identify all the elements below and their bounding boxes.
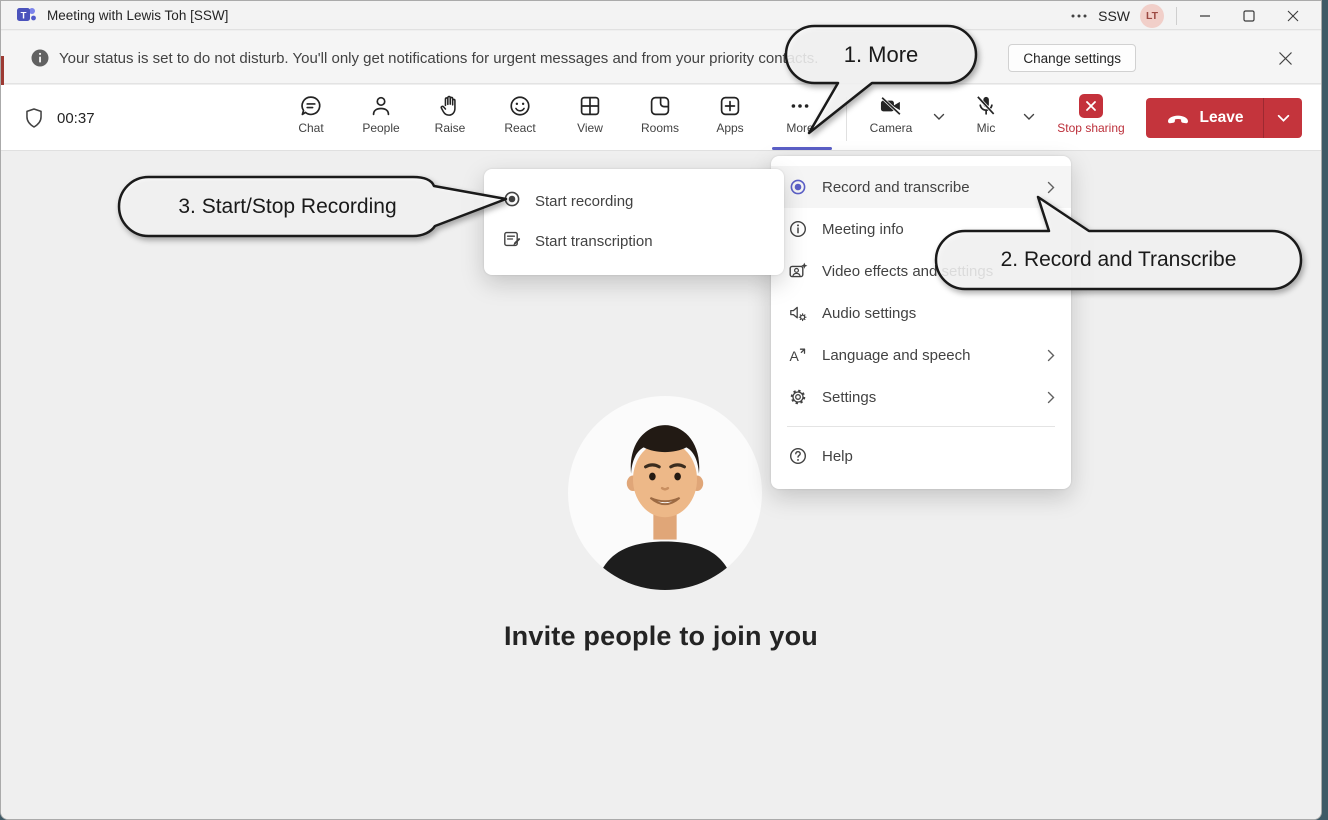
titlebar-more-icon[interactable] [1062,13,1096,19]
help-icon [787,446,809,466]
leave-button[interactable]: Leave [1146,98,1302,138]
meeting-timer: 00:37 [57,110,95,127]
rooms-icon [648,90,672,118]
meeting-info-icon [787,219,809,239]
more-active-underline [772,147,832,150]
submenu-item-start-recording[interactable]: Start recording [484,181,784,221]
stop-sharing-button[interactable]: Stop sharing [1053,90,1129,148]
menu-item-help[interactable]: Help [771,435,1071,477]
teams-meeting-window: T Meeting with Lewis Toh [SSW] SSW LT [0,0,1322,820]
view-button[interactable]: View [562,90,618,148]
chat-icon [299,90,323,118]
shield-icon [23,106,45,130]
desktop-background-strip [1322,0,1328,820]
raise-hand-button[interactable]: Raise [422,90,478,148]
react-button[interactable]: React [492,90,548,148]
titlebar-divider [1176,7,1177,25]
close-button[interactable] [1271,1,1315,30]
record-icon [787,177,809,197]
apps-button[interactable]: Apps [702,90,758,148]
menu-divider [787,426,1055,427]
people-icon [369,90,393,118]
callout-step2-label: 2. Record and Transcribe [936,231,1301,289]
dnd-notification-banner: Your status is set to do not disturb. Yo… [1,31,1321,84]
leave-options-chevron-icon[interactable] [1264,114,1302,123]
gear-icon [787,387,809,407]
apps-plus-icon [718,90,742,118]
info-icon [31,49,49,67]
mic-options-chevron-icon[interactable] [1019,107,1039,127]
org-label: SSW [1098,8,1130,24]
hang-up-phone-icon [1166,112,1190,124]
notification-text: Your status is set to do not disturb. Yo… [59,50,818,67]
stop-sharing-icon [1079,94,1103,118]
chat-button[interactable]: Chat [283,90,339,148]
change-settings-button[interactable]: Change settings [1008,44,1136,72]
svg-text:T: T [21,10,27,21]
meeting-toolbar: 00:37 Chat People Raise [1,85,1321,151]
people-button[interactable]: People [353,90,409,148]
maximize-button[interactable] [1227,1,1271,30]
invite-message: Invite people to join you [1,621,1321,652]
title-bar: T Meeting with Lewis Toh [SSW] SSW LT [1,1,1321,30]
user-avatar-badge[interactable]: LT [1140,4,1164,28]
menu-item-settings[interactable]: Settings [771,376,1071,418]
callout-step1-label: 1. More [786,26,976,83]
menu-item-language-and-speech[interactable]: A Language and speech [771,334,1071,376]
grid-view-icon [578,90,602,118]
callout-step2: 2. Record and Transcribe [921,191,1316,301]
submenu-item-start-transcription[interactable]: Start transcription [484,221,784,261]
minimize-button[interactable] [1183,1,1227,30]
window-title: Meeting with Lewis Toh [SSW] [47,8,228,23]
raised-hand-icon [438,90,462,118]
chevron-right-icon [1047,391,1055,404]
callout-step1: 1. More [776,19,986,144]
rooms-button[interactable]: Rooms [632,90,688,148]
record-submenu: Start recording Start transcription [484,169,784,275]
audio-settings-icon [787,303,809,323]
language-icon: A [787,345,809,365]
chevron-right-icon [1047,349,1055,362]
callout-step3-label: 3. Start/Stop Recording [119,177,456,236]
svg-text:A: A [790,348,800,364]
callout-step3: 3. Start/Stop Recording [111,169,521,254]
participant-avatar [568,396,762,590]
teams-logo-icon: T [17,6,37,24]
notification-close-icon[interactable] [1273,46,1297,70]
smiley-icon [508,90,532,118]
video-effects-icon [787,261,809,281]
